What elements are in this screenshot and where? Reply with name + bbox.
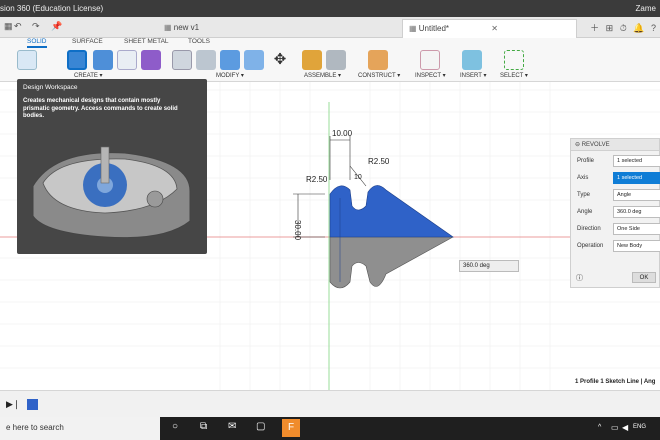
revolve-title: REVOLVE [581,142,610,148]
language-indicator[interactable]: ENG [633,424,646,430]
shell-icon[interactable] [220,50,240,70]
volume-icon[interactable]: ◀ [622,423,628,432]
chevron-up-icon[interactable]: ^ [598,424,601,431]
new-sketch-icon[interactable] [17,50,37,70]
revolve-icon[interactable] [67,50,87,70]
new-component-icon[interactable] [302,50,322,70]
row-direction: Direction One Side [571,221,660,237]
extension-icon[interactable]: ⊞ [606,23,614,33]
assemble-menu[interactable]: ASSEMBLE ▾ [304,72,341,79]
task-view-icon[interactable]: ⧉ [200,421,207,432]
tab-sheet-metal[interactable]: SHEET METAL [124,38,169,45]
upper-body [329,185,454,238]
type-select[interactable]: Angle [613,189,660,201]
fusion-app-icon[interactable]: F [282,419,300,437]
tab-surface[interactable]: SURFACE [72,38,103,45]
close-icon[interactable]: ✕ [491,24,498,33]
title-bar: sion 360 (Education License) Zame [0,0,660,17]
tooltip-description: Creates mechanical designs that contain … [23,98,178,119]
explorer-icon[interactable]: ▢ [256,421,265,432]
operation-label: Operation [577,243,604,249]
add-tab-icon[interactable]: ＋ [590,23,599,33]
insert-menu[interactable]: INSERT ▾ [460,72,486,79]
angle-field[interactable]: 360.0 deg [613,206,660,218]
row-operation: Operation New Body [571,238,660,254]
taskbar-search[interactable]: e here to search [0,417,160,440]
play-icon[interactable]: ▶❘ [6,399,20,410]
dim-r2[interactable]: R2.50 [306,175,328,184]
timeline: ▶❘ [0,390,660,417]
grid-icon[interactable]: ▦ [4,21,13,32]
profile-selector[interactable]: 1 selected [613,155,660,167]
undo-icon[interactable]: ↶ [14,21,22,32]
select-menu[interactable]: SELECT ▾ [500,72,528,79]
row-angle: Angle 360.0 deg [571,204,660,220]
tab-label: new v1 [173,23,200,32]
status-text: 1 Profile 1 Sketch Line | Ang [575,379,656,385]
modify-menu[interactable]: MODIFY ▾ [216,72,244,79]
ok-button[interactable]: OK [632,272,656,283]
user-name[interactable]: Zame [636,4,656,13]
operation-select[interactable]: New Body [613,240,660,252]
pin-icon[interactable]: 📌 [51,21,62,32]
angle-label: Angle [577,209,593,215]
press-pull-icon[interactable] [196,50,216,70]
offset-plane-icon[interactable] [368,50,388,70]
measure-icon[interactable] [420,50,440,70]
help-icon[interactable]: ? [651,23,656,33]
select-icon[interactable] [504,50,524,70]
right-toolbar: ＋ ⊞ ⏱ 🔔 ? [590,21,656,34]
axis-selector[interactable]: 1 selected [613,172,660,184]
collapse-icon[interactable]: ⊖ [575,142,582,148]
move-icon[interactable]: ✥ [270,50,290,70]
hole-icon[interactable] [93,50,113,70]
joint-icon[interactable] [326,50,346,70]
insert-image-icon[interactable] [462,50,482,70]
inspect-menu[interactable]: INSPECT ▾ [415,72,446,79]
dim-small[interactable]: 10 [354,174,362,181]
bell-icon[interactable]: 🔔 [633,23,644,33]
row-profile: Profile 1 selected [571,153,660,169]
timeline-feature[interactable] [27,399,38,410]
taskbar: e here to search ○ ⧉ ✉ ▢ F ^ ▭ ◀ ENG [0,417,660,440]
angle-input[interactable]: 360.0 deg [459,260,519,272]
redo-icon[interactable]: ↷ [32,21,40,32]
tab-solid[interactable]: SOLID [27,38,47,48]
direction-label: Direction [577,226,601,232]
dim-top[interactable]: 10.00 [332,129,353,138]
quick-access-bar: ▦ ↶ ↷ 📌 ▦ new v1 ▦ Untitled* ✕ ＋ ⊞ ⏱ 🔔 ? [0,17,660,38]
axis-label: Axis [577,175,589,181]
info-icon[interactable]: ⓘ [576,273,583,283]
pattern-icon[interactable] [117,50,137,70]
network-icon[interactable]: ▭ [611,423,619,432]
revolve-header[interactable]: ⊖ REVOLVE [571,139,659,151]
fillet-icon[interactable] [172,50,192,70]
lower-body [329,236,454,289]
tab-tools[interactable]: TOOLS [188,38,210,45]
cortana-icon[interactable]: ○ [172,421,178,432]
type-label: Type [577,192,591,198]
create-menu[interactable]: CREATE ▾ [74,72,103,79]
clock-icon[interactable]: ⏱ [620,23,627,33]
direction-select[interactable]: One Side [613,223,660,235]
profile-label: Profile [577,158,595,164]
dim-r1[interactable]: R2.50 [368,157,390,166]
revolve-preview[interactable] [329,185,454,289]
construct-menu[interactable]: CONSTRUCT ▾ [358,72,400,79]
mail-icon[interactable]: ✉ [228,421,236,432]
tab-label: Untitled* [418,24,450,33]
gearbox-illustration [32,146,191,239]
dim-height[interactable]: 30.00 [293,220,302,241]
ribbon: SOLID SURFACE SHEET METAL TOOLS CREATE ▾… [0,38,660,82]
revolve-panel: ⊖ REVOLVE Profile 1 selected Axis 1 sele… [570,138,660,288]
combine-icon[interactable] [244,50,264,70]
tab-new-v1[interactable]: ▦ new v1 [158,19,205,38]
window-title: sion 360 (Education License) [0,4,104,13]
form-icon[interactable] [141,50,161,70]
tooltip-title: Design Workspace [23,84,78,91]
row-type: Type Angle [571,187,660,203]
tab-untitled[interactable]: ▦ Untitled* ✕ [402,19,577,38]
row-axis: Axis 1 selected [571,170,660,186]
design-workspace-tooltip: Design Workspace Creates mechanical desi… [17,79,207,254]
